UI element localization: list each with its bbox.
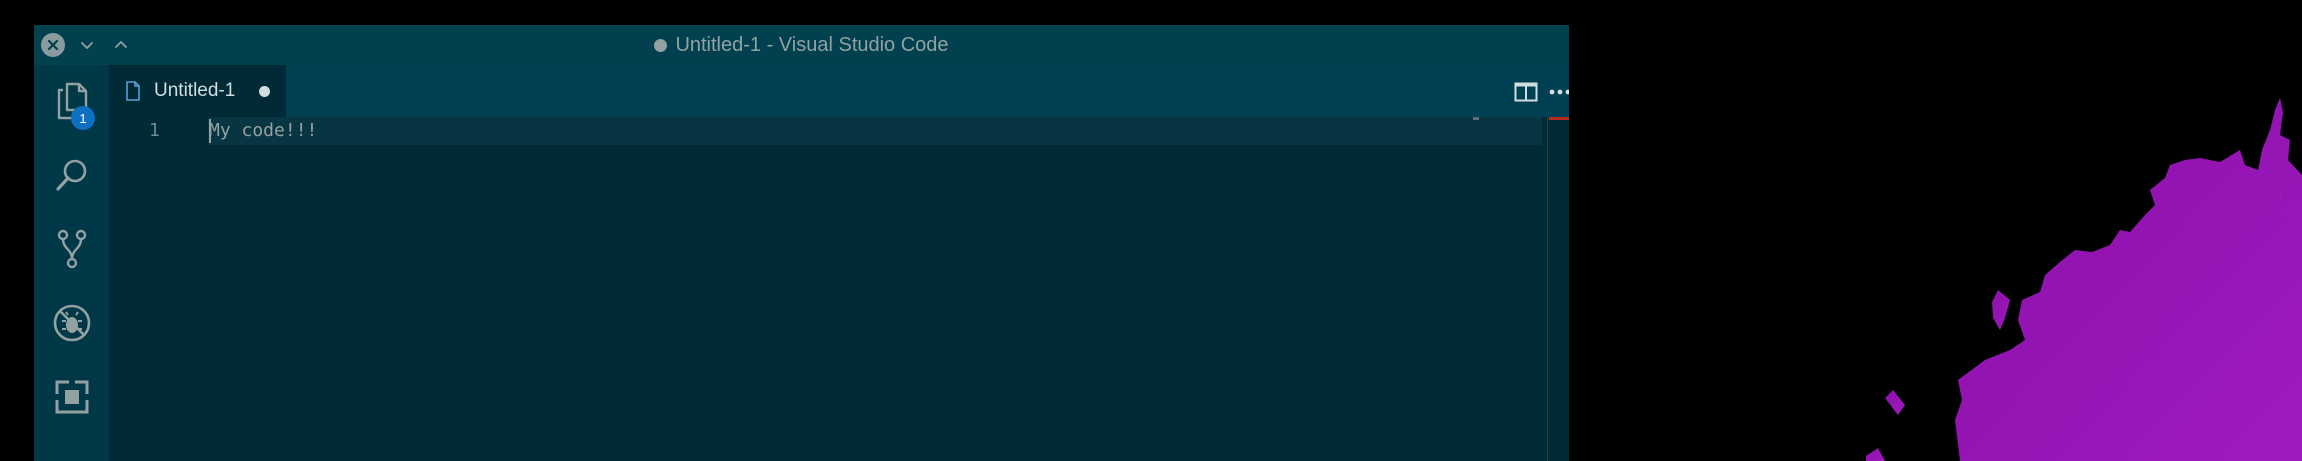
title-bar: Untitled-1 - Visual Studio Code <box>34 25 1569 65</box>
desktop: Untitled-1 - Visual Studio Code 1 Untitl… <box>0 0 2302 461</box>
vscode-window: Untitled-1 - Visual Studio Code 1 Untitl… <box>34 25 1569 461</box>
activity-explorer[interactable]: 1 <box>34 67 109 135</box>
editor-tab-bar: Untitled-1 <box>109 65 1569 117</box>
close-icon <box>41 33 65 57</box>
scrollbar-cursor-marker <box>1549 117 1569 120</box>
activity-extensions[interactable] <box>34 363 109 431</box>
file-icon <box>126 81 140 101</box>
more-actions-button[interactable] <box>1545 77 1569 107</box>
source-control-icon <box>57 229 86 269</box>
vertical-scrollbar[interactable] <box>1547 117 1569 461</box>
text-cursor <box>209 119 211 143</box>
split-editor-icon <box>1514 82 1538 102</box>
tab-unsaved-dot[interactable] <box>259 86 270 97</box>
window-close-button[interactable] <box>41 33 65 57</box>
activity-source-control[interactable] <box>34 215 109 283</box>
window-title-area: Untitled-1 - Visual Studio Code <box>34 25 1569 65</box>
extensions-icon <box>54 380 89 414</box>
debug-icon <box>53 304 90 342</box>
explorer-badge: 1 <box>71 106 95 130</box>
chevron-up-icon <box>115 41 127 48</box>
split-editor-button[interactable] <box>1511 77 1541 107</box>
code-line[interactable]: My code!!! <box>209 117 317 145</box>
search-icon <box>55 159 86 191</box>
window-controls <box>41 33 133 57</box>
window-minimize-button[interactable] <box>75 33 99 57</box>
ellipsis-icon <box>1549 89 1569 95</box>
minimap[interactable] <box>1473 117 1479 120</box>
activity-debug[interactable] <box>34 289 109 357</box>
window-title: Untitled-1 - Visual Studio Code <box>675 33 949 56</box>
line-number: 1 <box>149 120 160 141</box>
unsaved-indicator <box>654 38 668 52</box>
tab-untitled-1[interactable]: Untitled-1 <box>109 65 286 117</box>
activity-bar: 1 <box>34 65 109 461</box>
current-line-highlight <box>208 117 1542 145</box>
window-maximize-button[interactable] <box>109 33 133 57</box>
activity-search[interactable] <box>34 141 109 209</box>
code-editor[interactable]: 1 My code!!! <box>109 117 1569 461</box>
chevron-down-icon <box>81 42 93 49</box>
tab-label: Untitled-1 <box>154 80 236 101</box>
